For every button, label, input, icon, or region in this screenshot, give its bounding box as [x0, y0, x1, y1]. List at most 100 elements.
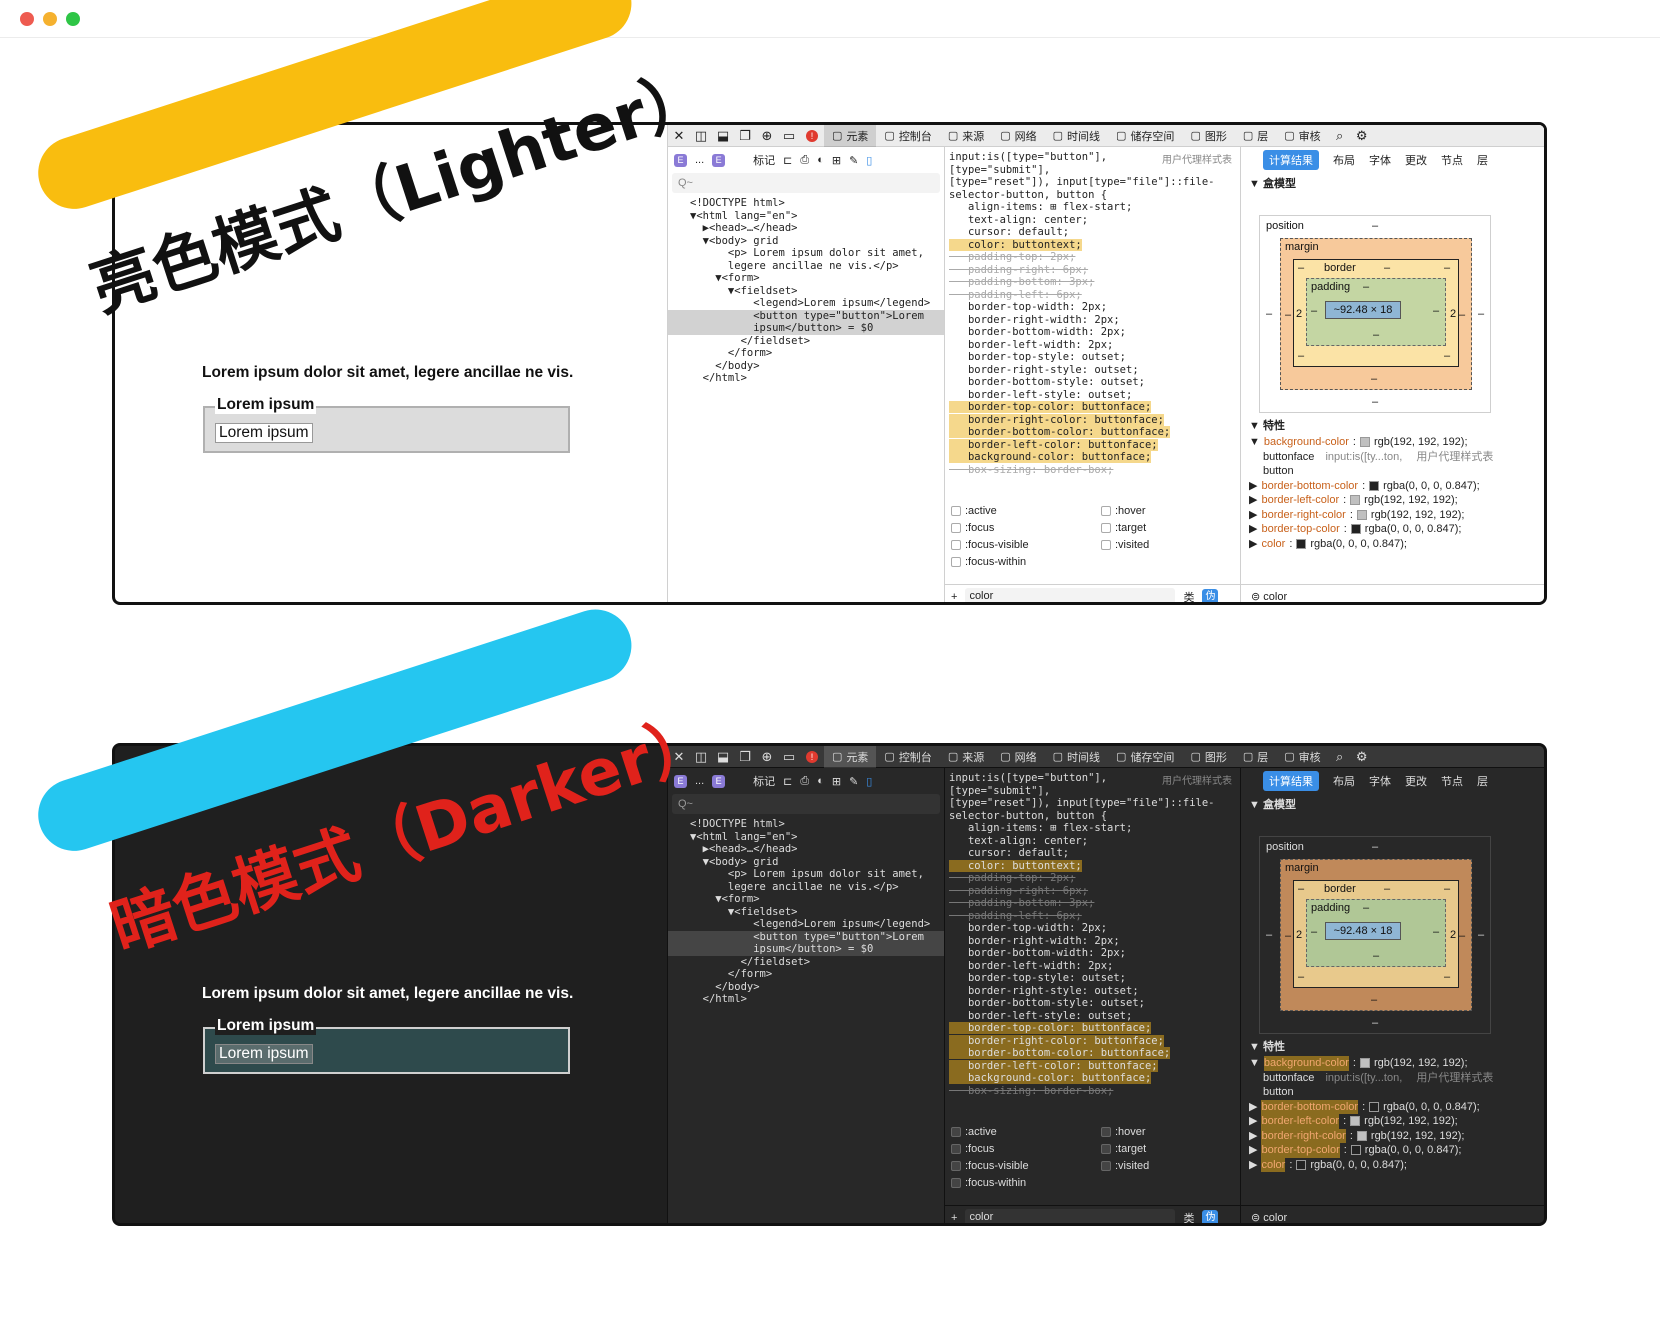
dom-node[interactable]: </fieldset> [668, 956, 944, 969]
css-declaration[interactable]: border-left-style: outset; [945, 1010, 1240, 1023]
disclosure-icon[interactable]: ▶ [1249, 1158, 1257, 1173]
device-icon[interactable]: ▭ [778, 749, 800, 765]
checkbox[interactable] [951, 1178, 961, 1188]
pseudo-class-toggle[interactable]: :focus-within [951, 556, 1026, 568]
css-declaration[interactable]: border-bottom-color: buttonface; [945, 1047, 1240, 1060]
color-swatch[interactable] [1350, 524, 1361, 535]
css-declaration[interactable]: border-left-width: 2px; [945, 960, 1240, 973]
devtools-tab[interactable]: ▢ 来源 [940, 125, 992, 147]
color-swatch[interactable] [1359, 437, 1370, 448]
css-declaration[interactable]: border-bottom-color: buttonface; [945, 426, 1240, 439]
dom-node[interactable]: legere ancillae ne vis.</p> [668, 881, 944, 894]
checkbox[interactable] [951, 557, 961, 567]
computed-property[interactable]: ▶ border-bottom-color: rgba(0, 0, 0, 0.847… [1241, 479, 1544, 494]
color-swatch[interactable] [1356, 509, 1367, 520]
grid-icon[interactable]: ⊞ [832, 775, 841, 788]
css-declaration[interactable]: text-align: center; [945, 214, 1240, 227]
target-icon[interactable]: ⊕ [756, 749, 778, 765]
add-rule-icon[interactable]: + [951, 591, 957, 603]
pseudo-class-toggle[interactable]: :target [1101, 522, 1146, 534]
computed-tab[interactable]: 字体 [1369, 152, 1391, 168]
color-swatch[interactable] [1296, 538, 1307, 549]
css-declaration[interactable]: border-right-style: outset; [945, 364, 1240, 377]
pseudo-class-toggle[interactable]: :visited [1101, 1160, 1149, 1172]
checkbox[interactable] [951, 506, 961, 516]
computed-property[interactable]: ▶ border-left-color: rgb(192, 192, 192); [1241, 493, 1544, 508]
pseudo-class-toggle[interactable]: :active [951, 505, 997, 517]
css-declaration[interactable]: border-left-color: buttonface; [945, 438, 1240, 452]
lorem-button[interactable]: Lorem ipsum [215, 423, 313, 443]
color-swatch[interactable] [1350, 1116, 1361, 1127]
css-declaration[interactable]: box-sizing: border-box; [945, 464, 1240, 477]
devtools-tab[interactable]: ▢ 元素 [824, 746, 877, 768]
class-toggle-button[interactable]: 类 [1183, 589, 1194, 603]
computed-tab[interactable]: 计算结果 [1263, 150, 1319, 170]
computed-tab[interactable]: 布局 [1333, 152, 1355, 168]
pseudo-class-toggle[interactable]: :focus-visible [951, 539, 1029, 551]
computed-tab[interactable]: 布局 [1333, 773, 1355, 789]
dom-node[interactable]: ▼<html lang="en"> [668, 210, 944, 223]
css-declaration[interactable]: color: buttontext; [945, 238, 1240, 252]
dom-search-input[interactable]: Q~ [672, 173, 940, 193]
css-declaration[interactable]: border-right-color: buttonface; [945, 1034, 1240, 1048]
print-icon[interactable]: ⎙ [800, 775, 809, 788]
checkbox[interactable] [951, 540, 961, 550]
dom-node[interactable]: </fieldset> [668, 335, 944, 348]
breadcrumb-ellipsis[interactable]: ... [695, 154, 704, 166]
css-declaration[interactable]: border-left-width: 2px; [945, 339, 1240, 352]
css-declaration[interactable]: border-bottom-style: outset; [945, 997, 1240, 1010]
dom-node[interactable]: <!DOCTYPE html> [668, 818, 944, 831]
css-declaration[interactable]: border-bottom-style: outset; [945, 376, 1240, 389]
dom-node[interactable]: ipsum</button> = $0 [668, 943, 944, 956]
dom-node[interactable]: ▼<fieldset> [668, 906, 944, 919]
disclosure-icon[interactable]: ▶ [1249, 479, 1257, 494]
devtools-tab[interactable]: ▢ 网络 [992, 746, 1044, 768]
pen-icon[interactable]: ✎ [849, 775, 858, 788]
computed-property[interactable]: ▶ color: rgba(0, 0, 0, 0.847); [1241, 537, 1544, 552]
css-declaration[interactable]: border-top-color: buttonface; [945, 401, 1240, 414]
checkbox[interactable] [1101, 1144, 1111, 1154]
class-toggle-button[interactable]: 类 [1183, 1210, 1194, 1224]
css-declaration[interactable]: border-right-width: 2px; [945, 935, 1240, 948]
disclosure-icon[interactable]: ▶ [1249, 1114, 1257, 1129]
disclosure-icon[interactable]: ▶ [1249, 1100, 1257, 1115]
computed-tab[interactable]: 字体 [1369, 773, 1391, 789]
css-declaration[interactable]: border-top-style: outset; [945, 972, 1240, 985]
checkbox[interactable] [1101, 1161, 1111, 1171]
disclosure-icon[interactable]: ▼ [1249, 435, 1260, 450]
css-declaration[interactable]: background-color: buttonface; [945, 451, 1240, 464]
disclosure-icon[interactable]: ▶ [1249, 508, 1257, 523]
css-declaration[interactable]: background-color: buttonface; [945, 1072, 1240, 1085]
dom-node[interactable]: <button type="button">Lorem [668, 930, 944, 943]
devtools-tab[interactable]: ▢ 审核 [1276, 125, 1328, 147]
disclosure-icon[interactable]: ▶ [1249, 537, 1257, 552]
css-declaration[interactable]: cursor: default; [945, 847, 1240, 860]
undock-icon[interactable]: ❐ [734, 749, 756, 765]
color-swatch[interactable] [1369, 1101, 1380, 1112]
pseudo-class-toggle[interactable]: :focus-visible [951, 1160, 1029, 1172]
properties-heading[interactable]: ▼ 特性 [1241, 1036, 1544, 1058]
dom-node[interactable]: </html> [668, 993, 944, 1006]
computed-tab[interactable]: 层 [1477, 152, 1488, 168]
lorem-button[interactable]: Lorem ipsum [215, 1044, 313, 1064]
search-icon[interactable]: ⌕ [1329, 128, 1351, 144]
dom-node[interactable]: ▼<form> [668, 272, 944, 285]
pseudo-class-toggle[interactable]: :focus-within [951, 1177, 1026, 1189]
pseudo-class-toggle[interactable]: :hover [1101, 505, 1146, 517]
computed-tab[interactable]: 计算结果 [1263, 771, 1319, 791]
maximize-window-button[interactable] [66, 12, 80, 26]
error-badge-icon[interactable]: ! [806, 129, 818, 142]
dom-node[interactable]: <p> Lorem ipsum dolor sit amet, [668, 247, 944, 260]
dom-node[interactable]: ▶<head>…</head> [668, 843, 944, 856]
search-icon[interactable]: ⌕ [1329, 749, 1351, 765]
css-declaration[interactable]: box-sizing: border-box; [945, 1085, 1240, 1098]
styles-filter-input[interactable]: color [965, 588, 1176, 602]
computed-property[interactable]: ▶ border-right-color: rgb(192, 192, 192); [1241, 508, 1544, 523]
dom-node[interactable]: <legend>Lorem ipsum</legend> [668, 297, 944, 310]
checkbox[interactable] [1101, 506, 1111, 516]
devtools-tab[interactable]: ▢ 元素 [824, 125, 877, 147]
computed-property[interactable]: ▶ border-top-color: rgba(0, 0, 0, 0.847); [1241, 1143, 1544, 1158]
mark-button[interactable]: 标记 [753, 773, 775, 789]
css-declaration[interactable]: border-top-width: 2px; [945, 922, 1240, 935]
computed-property[interactable]: ▶ border-left-color: rgb(192, 192, 192); [1241, 1114, 1544, 1129]
